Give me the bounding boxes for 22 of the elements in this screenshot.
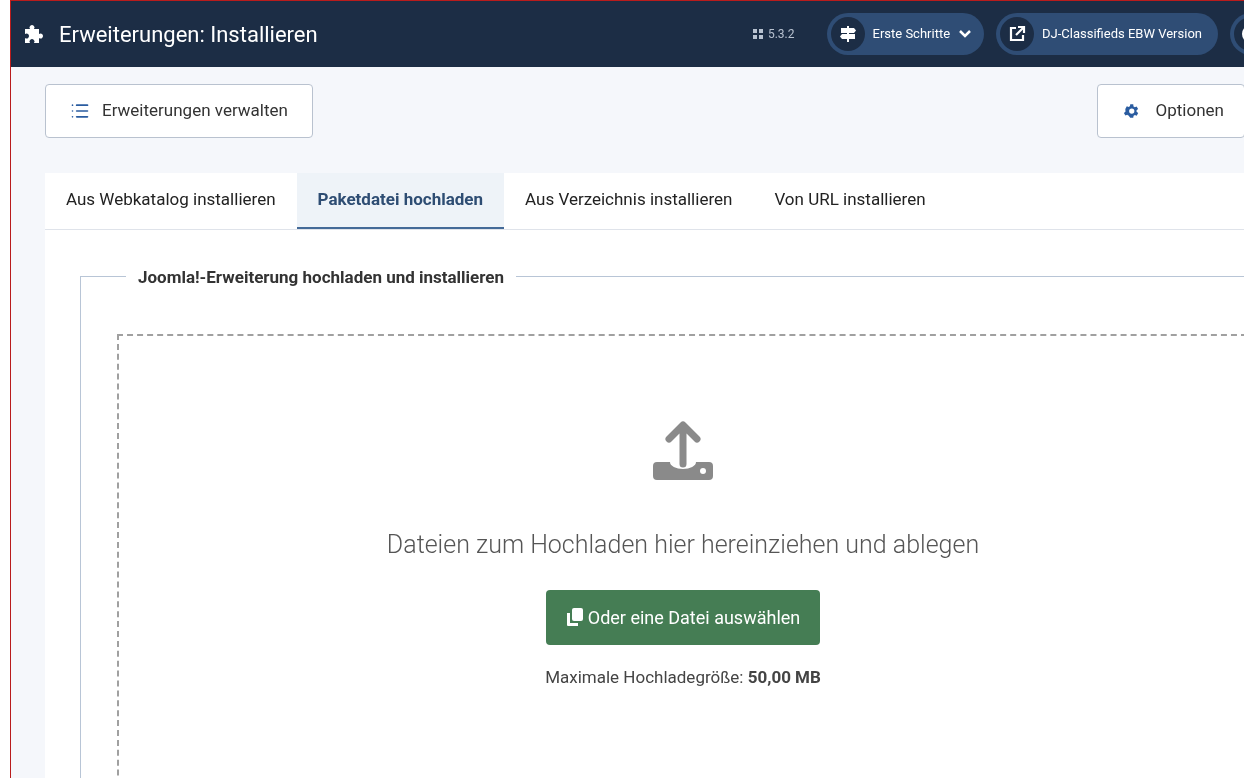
external-link-button[interactable]: DJ-Classifieds EBW Version (996, 13, 1218, 55)
choose-file-button[interactable]: Oder eine Datei auswählen (545, 589, 821, 645)
page-title: Erweiterungen: Installieren (59, 20, 318, 49)
external-link-icon (1000, 17, 1035, 51)
chevron-down-icon (958, 29, 973, 39)
signpost-icon (830, 17, 865, 51)
tab[interactable]: Aus Verzeichnis installieren (504, 173, 754, 229)
tab[interactable]: Paketdatei hochladen (296, 173, 505, 229)
tab[interactable]: Aus Webkatalog installieren (45, 173, 297, 229)
tab[interactable]: Von URL installieren (753, 173, 947, 229)
options-button[interactable]: Optionen (1096, 84, 1244, 138)
joomla-icon (751, 28, 764, 40)
getting-started-button[interactable]: Erste Schritte (826, 13, 985, 55)
upload-icon (651, 420, 715, 482)
drop-zone[interactable]: Dateien zum Hochladen hier hereinziehen und ablegen Oder eine Datei auswählen Maximale Hochladegröße: 50,00 MB (117, 334, 1244, 778)
version-label: 5.3.2 (767, 26, 795, 43)
list-icon (70, 101, 90, 121)
drop-instruction: Dateien zum Hochladen hier hereinziehen und ablegen (386, 529, 980, 561)
settings-icon (1121, 102, 1140, 120)
manage-extensions-button[interactable]: Erweiterungen verwalten (45, 84, 313, 138)
max-upload-size: Maximale Hochladegröße: 50,00 MB (545, 665, 821, 689)
copy-icon (565, 607, 584, 627)
